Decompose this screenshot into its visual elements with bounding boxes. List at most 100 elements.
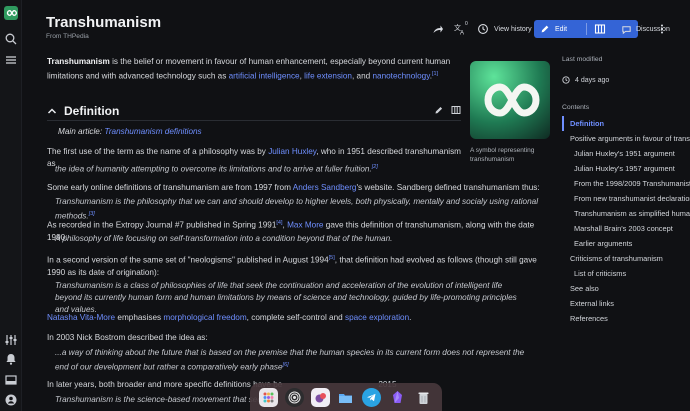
link-life-extension[interactable]: life extension — [304, 72, 352, 81]
toc-item[interactable]: Transhumanism as simplified humanism — [562, 206, 690, 221]
clock-icon — [562, 76, 570, 84]
quote-6: ...a way of thinking about the future th… — [55, 348, 525, 372]
tor-browser-icon[interactable] — [310, 387, 330, 407]
infobox-figure: A symbol representing transhumanism — [470, 61, 552, 164]
toc-item-label: Transhumanism as simplified humanism — [574, 209, 690, 218]
reference-1[interactable]: [1] — [432, 71, 438, 77]
share-icon — [433, 25, 443, 33]
inbox-icon[interactable] — [4, 373, 18, 387]
page-header: Transhumanism From THPedia 文A 0 View his… — [46, 14, 686, 44]
toc-item-label: External links — [570, 299, 614, 308]
link-space-exploration[interactable]: space exploration — [345, 313, 409, 322]
toc-item[interactable]: References — [562, 311, 690, 326]
section-edit-icon[interactable] — [434, 105, 444, 115]
paragraph-6: In 2003 Nick Bostrom described the idea … — [47, 333, 208, 342]
right-sidebar: Last modified 4 days ago Contents Defini… — [562, 56, 690, 323]
link-artificial-intelligence[interactable]: artificial intelligence — [229, 72, 300, 81]
share-button[interactable] — [432, 20, 444, 38]
settings-icon[interactable] — [285, 387, 305, 407]
source-edit-button[interactable] — [594, 23, 606, 35]
paragraph-5: Natasha Vita-More emphasises morphologic… — [47, 313, 412, 322]
toc-item[interactable]: From new transhumanist declaration — [562, 191, 690, 206]
user-icon[interactable] — [4, 393, 18, 407]
section-source-icon[interactable] — [451, 105, 461, 115]
toc-item[interactable]: Criticisms of transhumanism — [562, 251, 690, 266]
last-modified: 4 days ago — [562, 76, 609, 84]
finder-folder-icon[interactable] — [336, 388, 355, 407]
toc-item[interactable]: External links — [562, 296, 690, 311]
more-options-button[interactable] — [656, 20, 668, 38]
toc-item-label: References — [570, 314, 608, 323]
toc-item-label: Positive arguments in favour of transhum… — [570, 134, 690, 143]
view-history-button[interactable]: View history — [477, 20, 532, 38]
link-max-more[interactable]: Max More — [287, 221, 323, 230]
toc-item[interactable]: Positive arguments in favour of transhum… — [562, 131, 690, 146]
bell-icon[interactable] — [4, 352, 18, 366]
reference-2[interactable]: [2] — [372, 164, 378, 170]
toc-active-indicator — [562, 116, 564, 131]
infinity-logo-icon — [484, 83, 540, 117]
figure-caption: A symbol representing transhumanism — [470, 147, 535, 163]
language-count-badge: 0 — [465, 21, 468, 27]
trash-icon[interactable] — [414, 388, 433, 407]
telegram-icon[interactable] — [362, 387, 382, 407]
history-icon — [478, 24, 488, 34]
left-rail — [0, 0, 22, 411]
obsidian-icon[interactable] — [388, 388, 407, 407]
page-title: Transhumanism — [46, 14, 162, 31]
toc-item[interactable]: Definition — [562, 116, 690, 131]
toc-item[interactable]: Earlier arguments — [562, 236, 690, 251]
link-anders-sandberg[interactable]: Anders Sandberg — [293, 183, 357, 192]
macos-dock — [250, 383, 442, 411]
toc-item-label: Julian Huxley's 1957 argument — [574, 164, 675, 173]
reference-6[interactable]: [6] — [283, 362, 289, 368]
menu-icon[interactable] — [4, 53, 18, 67]
transhumanism-symbol-image[interactable] — [470, 61, 550, 139]
pencil-icon — [541, 25, 549, 33]
svg-text:A: A — [460, 31, 464, 36]
link-morphological-freedom[interactable]: morphological freedom — [163, 313, 246, 322]
page-subtitle: From THPedia — [46, 33, 89, 40]
section-definition-header[interactable]: Definition — [47, 104, 461, 118]
paragraph-2: Some early online definitions of transhu… — [47, 183, 540, 192]
quote-1: the idea of humanity attempting to overc… — [55, 164, 378, 174]
toc-item[interactable]: Julian Huxley's 1957 argument — [562, 161, 690, 176]
toc-item-label: Definition — [570, 119, 605, 128]
quote-4: Transhumanism is a class of philosophies… — [55, 281, 517, 314]
link-nanotechnology[interactable]: nanotechnology — [372, 72, 429, 81]
search-icon[interactable] — [4, 32, 18, 46]
toc-item[interactable]: List of criticisms — [562, 266, 690, 281]
edit-divider — [586, 23, 587, 35]
language-button[interactable]: 文A 0 — [454, 20, 469, 38]
source-code-icon — [594, 24, 606, 34]
launchpad-icon[interactable] — [259, 387, 279, 407]
toc-item-label: From new transhumanist declaration — [574, 194, 690, 203]
toc-item-label: Julian Huxley's 1951 argument — [574, 149, 675, 158]
edit-button-group: Edit Discussion — [534, 20, 670, 38]
link-natasha-vita-more[interactable]: Natasha Vita-More — [47, 313, 115, 322]
last-modified-label: Last modified — [562, 56, 603, 63]
toc-item[interactable]: Julian Huxley's 1951 argument — [562, 146, 690, 161]
intro-paragraph: Transhumanism is the belief or movement … — [47, 57, 451, 81]
quote-3: A philosophy of life focusing on self-tr… — [55, 234, 393, 243]
section-divider — [47, 120, 461, 121]
section-title: Definition — [64, 104, 120, 118]
toc-item-label: List of criticisms — [574, 269, 627, 278]
toc-item-label: Earlier arguments — [574, 239, 633, 248]
chevron-up-icon[interactable] — [47, 106, 57, 116]
link-transhumanism-definitions[interactable]: Transhumanism definitions — [104, 127, 201, 136]
paragraph-4: In a second version of the same set of "… — [47, 255, 537, 277]
app-logo-icon[interactable] — [4, 6, 18, 20]
toc-item[interactable]: See also — [562, 281, 690, 296]
link-julian-huxley[interactable]: Julian Huxley — [268, 147, 316, 156]
toc-item[interactable]: Marshall Brain's 2003 concept — [562, 221, 690, 236]
toc-item[interactable]: From the 1998/2009 Transhumanist FAQ — [562, 176, 690, 191]
more-vertical-icon — [661, 24, 663, 34]
toc-item-label: From the 1998/2009 Transhumanist FAQ — [574, 179, 690, 188]
table-of-contents: Definition Positive arguments in favour o… — [562, 116, 690, 326]
toc-item-label: Marshall Brain's 2003 concept — [574, 224, 673, 233]
discussion-icon — [622, 25, 631, 34]
settings-sliders-icon[interactable] — [4, 333, 18, 347]
edit-button[interactable]: Edit — [534, 24, 567, 34]
toc-item-label: See also — [570, 284, 599, 293]
